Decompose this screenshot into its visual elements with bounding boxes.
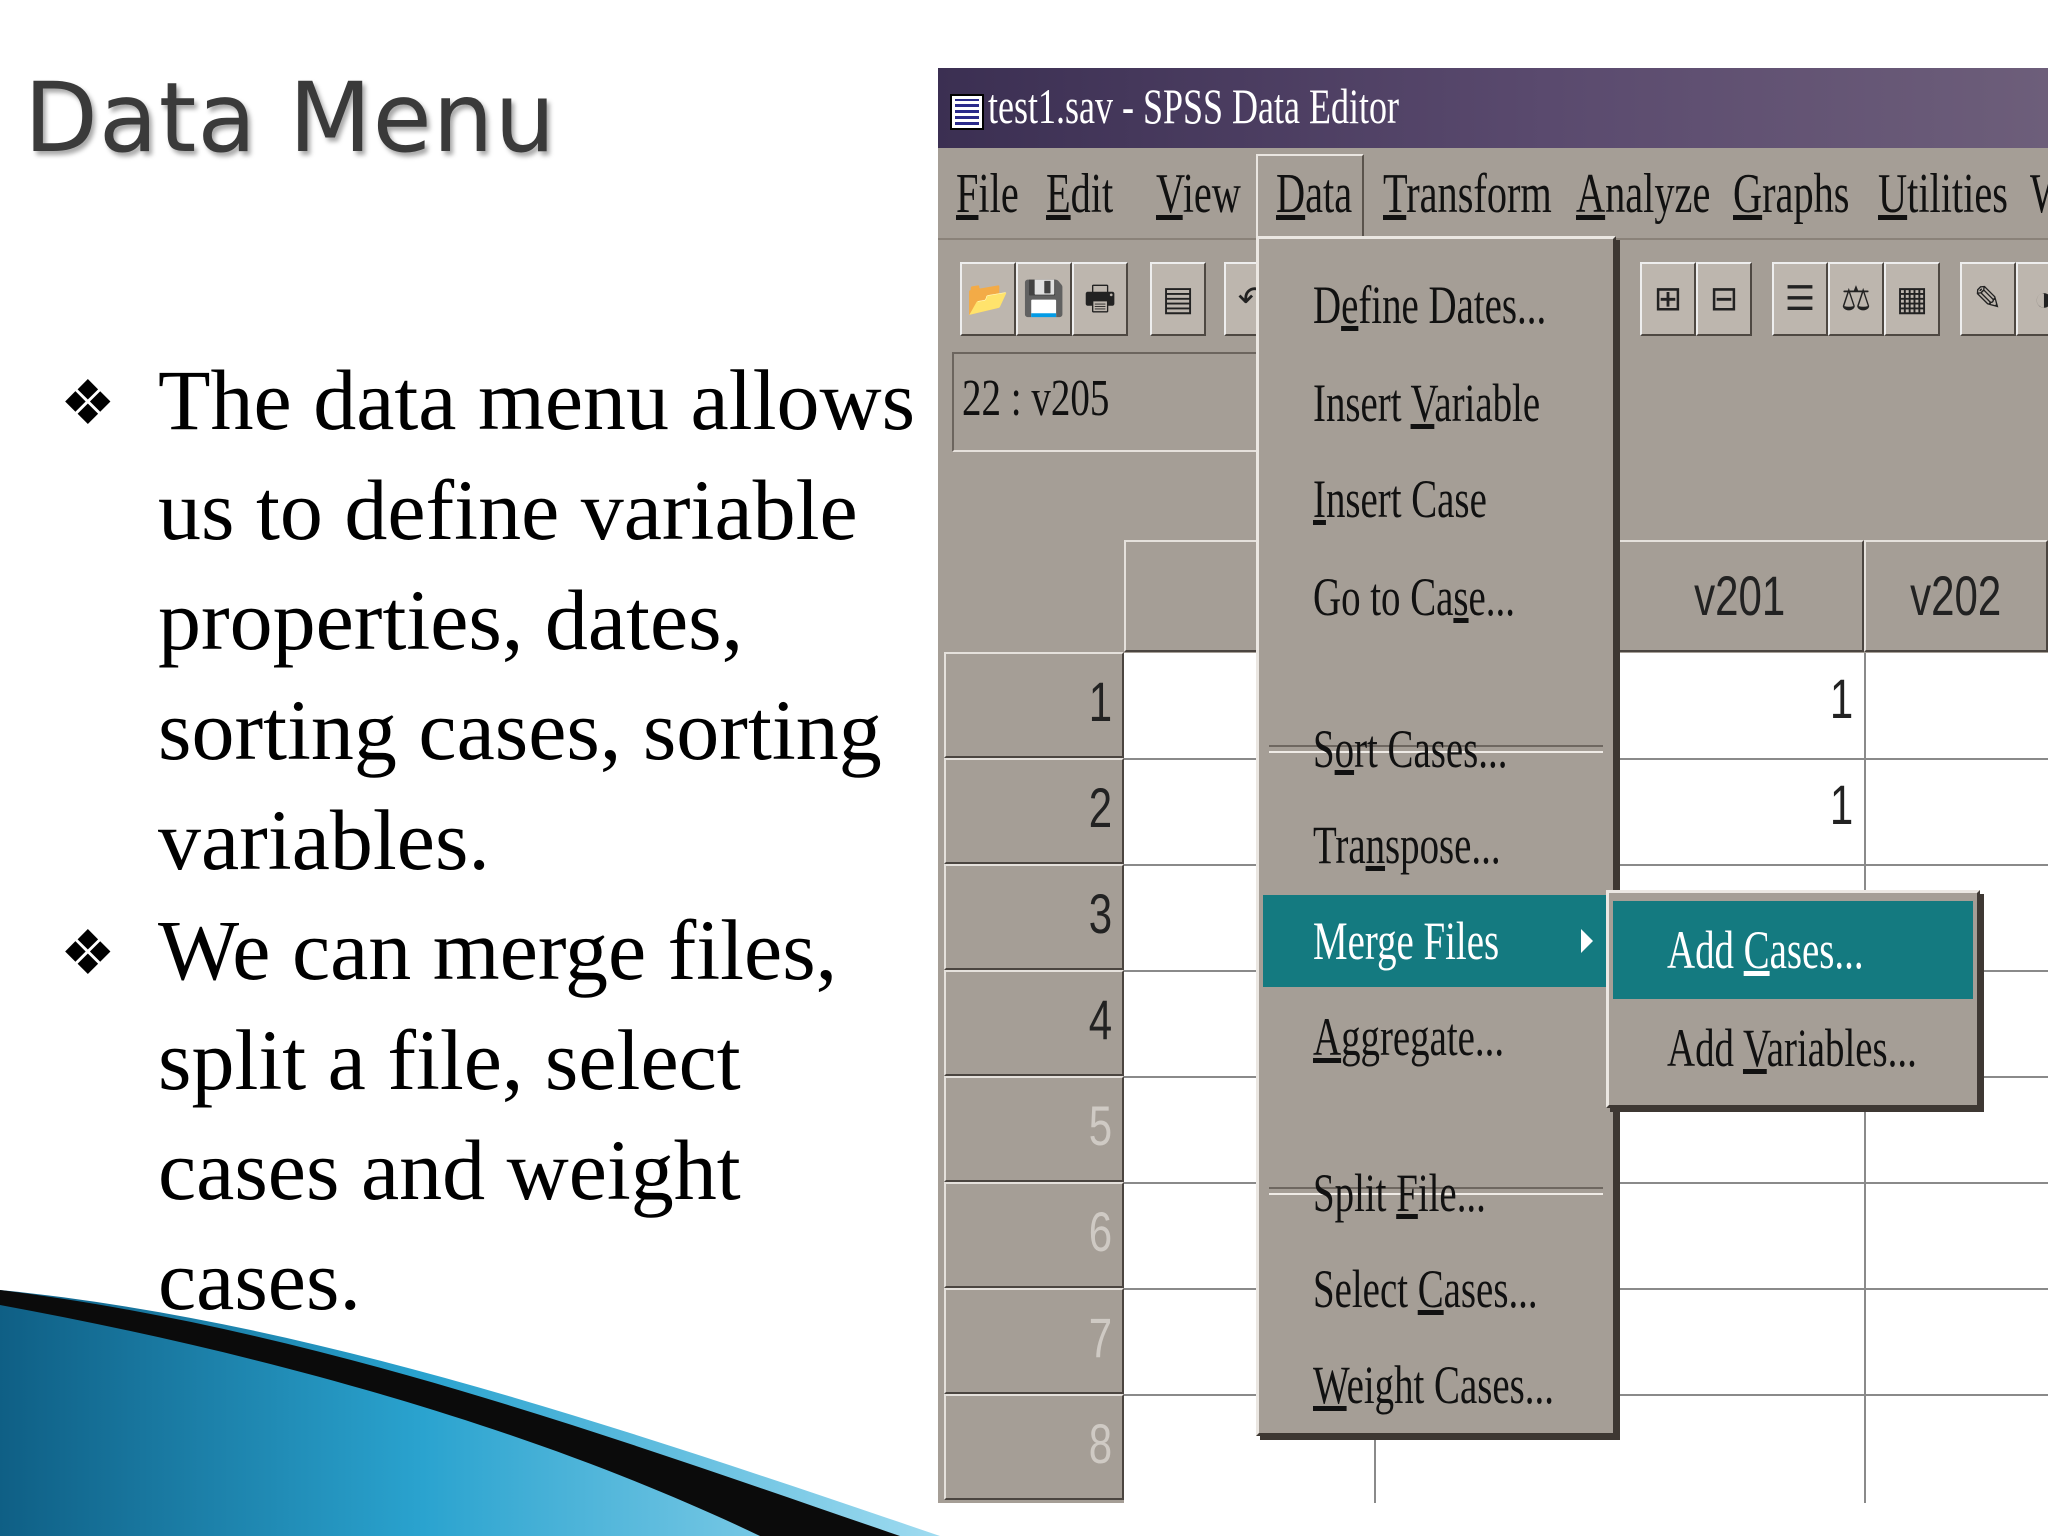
data-menu-dropdown: Define Dates... Insert Variable Insert C… — [1256, 236, 1616, 1436]
split-file-icon[interactable]: ☰ — [1772, 262, 1828, 336]
menu-edit[interactable]: Edit — [1046, 158, 1113, 230]
menu-item-transpose[interactable]: Transpose... — [1263, 799, 1609, 891]
row-header[interactable]: 6 — [944, 1182, 1124, 1288]
row-header[interactable]: 7 — [944, 1288, 1124, 1394]
cell-value[interactable]: 1 — [1826, 666, 1857, 731]
column-header-v201[interactable]: v201 — [1616, 540, 1864, 652]
insert-variable-icon[interactable]: ⊟ — [1696, 262, 1752, 336]
menu-data-active-frame — [1256, 154, 1364, 236]
spreadsheet-icon — [950, 94, 984, 130]
row-header[interactable]: 5 — [944, 1076, 1124, 1182]
column-header-v202[interactable]: v202 — [1864, 540, 2048, 652]
cell-reference-box[interactable]: 22 : v205 — [952, 352, 1282, 452]
bullet-list: ❖ The data menu allows us to define vari… — [60, 345, 920, 1335]
menu-item-split-file[interactable]: Split File... — [1263, 1147, 1609, 1239]
menu-graphs[interactable]: Graphs — [1733, 158, 1849, 230]
diamond-bullet-icon: ❖ — [60, 370, 116, 438]
row-header[interactable]: 8 — [944, 1394, 1124, 1500]
weight-cases-icon[interactable]: ⚖ — [1828, 262, 1884, 336]
bullet-text: We can merge files, split a file, select… — [158, 902, 838, 1328]
title-bar[interactable]: test1.sav - SPSS Data Editor — [938, 68, 2048, 148]
menu-view[interactable]: View — [1156, 158, 1241, 230]
dialog-recall-icon[interactable]: ▤ — [1150, 262, 1206, 336]
menu-item-merge-files[interactable]: Merge Files — [1263, 895, 1609, 987]
menu-item-define-dates[interactable]: Define Dates... — [1263, 259, 1609, 351]
spss-data-editor-window: test1.sav - SPSS Data Editor File Edit V… — [938, 68, 2048, 1503]
diamond-bullet-icon: ❖ — [60, 920, 116, 988]
row-header[interactable]: 3 — [944, 864, 1124, 970]
bullet-text: The data menu allows us to define variab… — [158, 352, 916, 888]
menu-item-insert-case[interactable]: Insert Case — [1263, 453, 1609, 545]
menu-item-sort-cases[interactable]: Sort Cases... — [1263, 703, 1609, 795]
slide-title: Data Menu — [24, 62, 557, 174]
menu-item-go-to-case[interactable]: Go to Case... — [1263, 551, 1609, 643]
menu-analyze[interactable]: Analyze — [1576, 158, 1710, 230]
merge-files-submenu: Add Cases... Add Variables... — [1606, 890, 1980, 1108]
menu-item-select-cases[interactable]: Select Cases... — [1263, 1243, 1609, 1335]
menu-item-weight-cases[interactable]: Weight Cases... — [1263, 1339, 1609, 1431]
bullet-item: ❖ We can merge files, split a file, sele… — [60, 895, 920, 1335]
insert-case-icon[interactable]: ⊞ — [1640, 262, 1696, 336]
menu-bar: File Edit View Data Transform Analyze Gr… — [938, 148, 2048, 240]
row-header[interactable]: 1 — [944, 652, 1124, 758]
menu-transform[interactable]: Transform — [1383, 158, 1552, 230]
value-labels-icon[interactable]: ✎ — [1960, 262, 2016, 336]
cell-value[interactable]: 1 — [1826, 772, 1857, 837]
row-header[interactable]: 4 — [944, 970, 1124, 1076]
open-folder-icon[interactable]: 📂 — [960, 262, 1016, 336]
window-title: test1.sav - SPSS Data Editor — [988, 78, 1399, 134]
use-sets-icon[interactable]: ◑ — [2016, 262, 2048, 336]
menu-utilities[interactable]: Utilities — [1878, 158, 2008, 230]
submenu-arrow-icon — [1581, 929, 1593, 953]
menu-item-insert-variable[interactable]: Insert Variable — [1263, 357, 1609, 449]
menu-item-aggregate[interactable]: Aggregate... — [1263, 991, 1609, 1083]
row-header[interactable]: 2 — [944, 758, 1124, 864]
save-disk-icon[interactable]: 💾 — [1016, 262, 1072, 336]
select-cases-icon[interactable]: ▦ — [1884, 262, 1940, 336]
bullet-item: ❖ The data menu allows us to define vari… — [60, 345, 920, 895]
menu-item-add-variables[interactable]: Add Variables... — [1613, 999, 1973, 1097]
menu-item-add-cases[interactable]: Add Cases... — [1613, 901, 1973, 999]
print-icon[interactable]: 🖶 — [1072, 262, 1128, 336]
menu-file[interactable]: File — [956, 158, 1019, 230]
menu-window[interactable]: W — [2030, 158, 2048, 230]
